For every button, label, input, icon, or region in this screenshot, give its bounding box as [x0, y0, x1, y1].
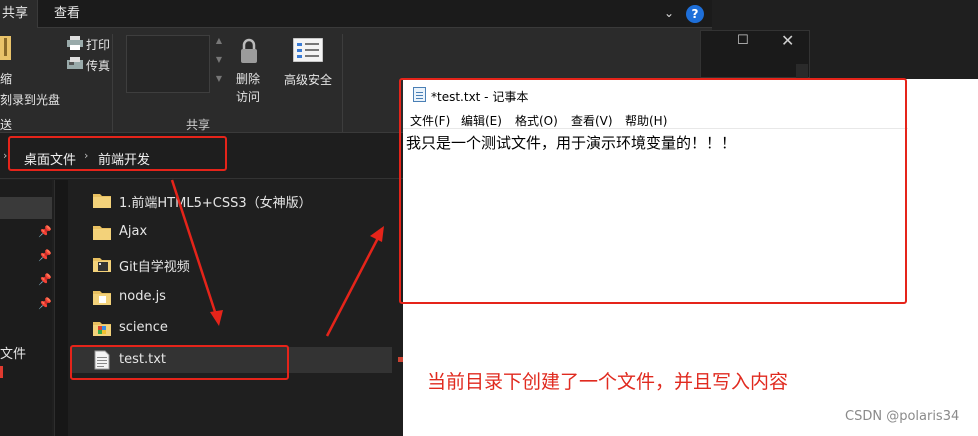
file-name: node.js — [119, 289, 166, 304]
ribbon-tab-bar: 共享 查看 ⌄ ? — [0, 0, 712, 28]
ribbon-divider — [112, 34, 113, 132]
remove-access-button[interactable]: 删除 — [236, 70, 260, 87]
compress-button[interactable]: 缩 — [0, 70, 12, 87]
group-share-label: 共享 — [186, 118, 211, 132]
restore-icon[interactable]: ☐ — [737, 33, 749, 48]
fax-button[interactable]: 传真 — [86, 57, 110, 74]
printer-icon — [67, 36, 83, 50]
tab-view[interactable]: 查看 — [54, 0, 80, 28]
file-name: Ajax — [119, 224, 148, 239]
list-item[interactable]: node.js — [88, 284, 388, 310]
send-group-label: 送 — [0, 118, 13, 132]
file-highlight — [70, 345, 289, 380]
file-name: 1.前端HTML5+CSS3（女神版） — [119, 196, 312, 211]
ribbon-divider — [342, 34, 343, 132]
scroll-up-icon[interactable]: ▲ — [214, 36, 224, 45]
pin-icon[interactable]: 📌 — [38, 297, 52, 310]
notepad-highlight — [399, 78, 907, 304]
chevron-down-icon[interactable]: ⌄ — [664, 6, 674, 20]
list-item[interactable]: Ajax — [88, 219, 388, 245]
expand-icon[interactable]: ▼ — [214, 74, 224, 83]
folder-icon — [93, 291, 111, 305]
share-with-list[interactable] — [126, 35, 210, 93]
security-sheet-icon — [293, 38, 323, 62]
scroll-down-icon[interactable]: ▼ — [214, 55, 224, 64]
nav-selected-item[interactable] — [0, 197, 52, 219]
pin-icon[interactable]: 📌 — [38, 249, 52, 262]
nav-item-icon — [0, 366, 3, 378]
tab-share[interactable]: 共享 — [0, 0, 38, 28]
list-item[interactable]: Git自学视频 — [88, 251, 388, 277]
close-icon[interactable]: ✕ — [781, 31, 794, 50]
breadcrumb-separator-icon: › — [3, 149, 8, 162]
watermark: CSDN @polaris34 — [845, 409, 960, 424]
folder-icon — [93, 226, 111, 240]
print-button[interactable]: 打印 — [86, 36, 110, 53]
pin-icon[interactable]: 📌 — [38, 225, 52, 238]
file-name: Git自学视频 — [119, 260, 190, 275]
folder-image-icon — [93, 322, 111, 336]
list-item[interactable]: science — [88, 315, 388, 341]
remove-access-label-2: 访问 — [236, 90, 261, 104]
background-scrollbar — [796, 64, 808, 78]
file-name: science — [119, 320, 168, 335]
nav-scrollbar[interactable] — [54, 180, 68, 436]
list-item[interactable]: 1.前端HTML5+CSS3（女神版） — [88, 187, 388, 213]
background-window-titlebar: ☐ ✕ — [700, 30, 810, 78]
fax-icon — [67, 57, 83, 69]
advanced-security-button[interactable]: 高级安全 — [284, 71, 332, 88]
pin-icon[interactable]: 📌 — [38, 273, 52, 286]
folder-icon — [93, 194, 111, 208]
lock-icon — [241, 38, 257, 63]
zip-icon — [0, 36, 11, 60]
annotation-text: 当前目录下创建了一个文件，并且写入内容 — [427, 371, 789, 393]
nav-item-files[interactable]: 文件 — [0, 343, 26, 362]
burn-disc-button[interactable]: 刻录到光盘 — [0, 91, 60, 108]
folder-video-icon — [93, 258, 111, 272]
help-icon[interactable]: ? — [686, 5, 704, 23]
annotation-marker — [398, 357, 403, 362]
breadcrumb-highlight — [8, 136, 227, 171]
